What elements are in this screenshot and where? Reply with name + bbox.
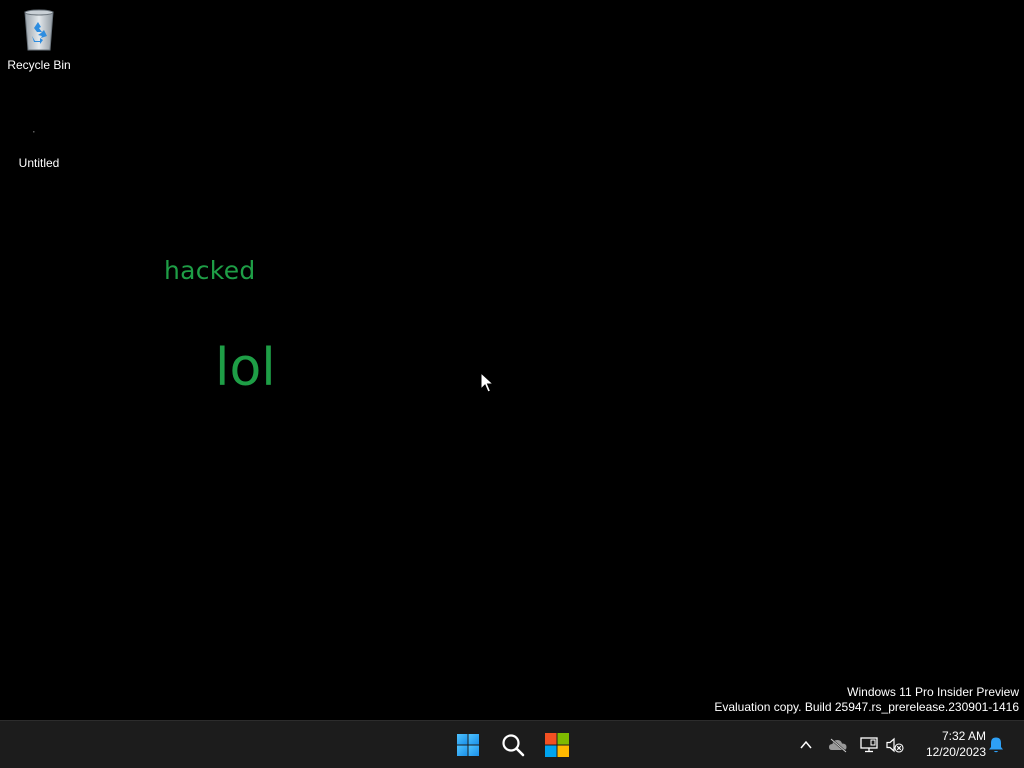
onedrive-icon xyxy=(829,738,847,753)
untitled-label: Untitled xyxy=(18,156,60,170)
chevron-up-icon xyxy=(800,740,812,749)
mouse-cursor-icon xyxy=(480,371,495,394)
windows-evaluation-watermark: Windows 11 Pro Insider Preview Evaluatio… xyxy=(714,685,1019,715)
notifications-button[interactable] xyxy=(984,733,1008,757)
desktop-icon-untitled[interactable]: Untitled xyxy=(1,112,77,170)
onedrive-tray-button[interactable] xyxy=(826,733,850,757)
network-tray-button[interactable] xyxy=(857,733,881,757)
search-button[interactable] xyxy=(493,725,533,765)
network-icon xyxy=(860,737,878,753)
start-button[interactable] xyxy=(448,725,488,765)
volume-muted-icon xyxy=(886,737,904,753)
wallpaper-text-hacked: hacked xyxy=(164,256,256,285)
volume-tray-button[interactable] xyxy=(883,733,907,757)
taskbar: 7:32 AM 12/20/2023 xyxy=(0,720,1024,768)
notification-bell-icon xyxy=(989,737,1003,753)
wallpaper-text-lol: lol xyxy=(215,338,276,398)
windows-logo-icon xyxy=(457,734,479,756)
search-icon xyxy=(502,734,525,757)
clock-date: 12/20/2023 xyxy=(925,745,986,759)
show-hidden-icons-button[interactable] xyxy=(794,733,818,757)
microsoft-store-icon xyxy=(545,733,569,757)
watermark-edition: Windows 11 Pro Insider Preview xyxy=(847,685,1019,699)
watermark-build: Evaluation copy. Build 25947.rs_prerelea… xyxy=(714,700,1019,714)
taskbar-clock[interactable]: 7:32 AM 12/20/2023 xyxy=(912,728,986,760)
desktop[interactable]: Recycle Bin Untitled hacked lol Windows … xyxy=(0,0,1024,720)
recycle-bin-icon xyxy=(19,8,59,52)
microsoft-store-button[interactable] xyxy=(537,725,577,765)
recycle-bin-label: Recycle Bin xyxy=(7,58,71,72)
blank-file-icon xyxy=(19,112,59,148)
desktop-icon-recycle-bin[interactable]: Recycle Bin xyxy=(1,8,77,72)
clock-time: 7:32 AM xyxy=(941,729,986,743)
